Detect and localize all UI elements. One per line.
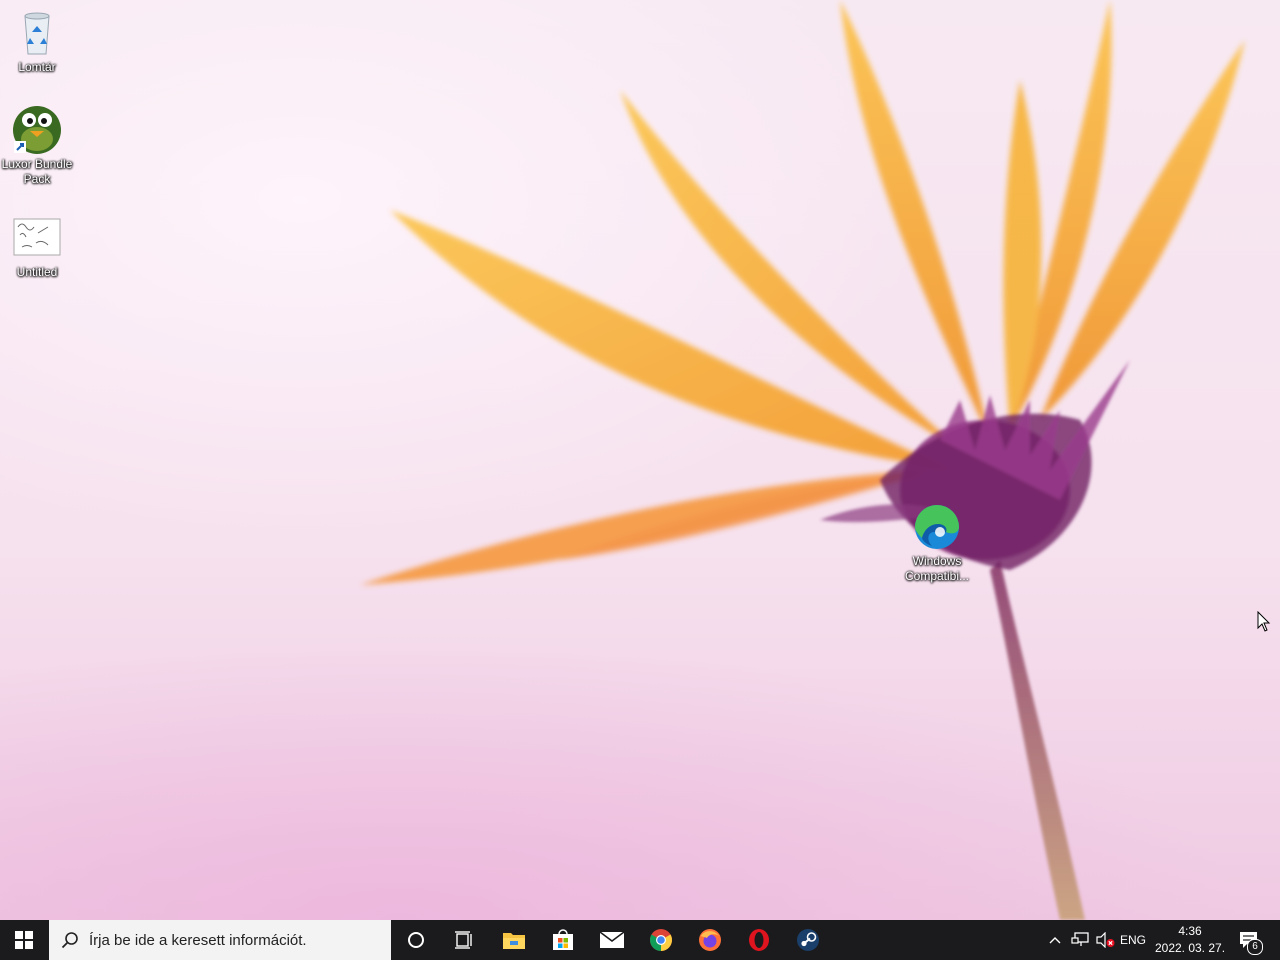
search-icon: [61, 932, 78, 949]
steam-icon: [797, 929, 819, 951]
desktop-icon-luxor-bundle-pack[interactable]: Luxor Bundle Pack: [0, 105, 74, 187]
desktop-icon-recycle-bin[interactable]: Lomtár: [0, 8, 74, 75]
taskbar-firefox[interactable]: [686, 920, 734, 960]
start-button[interactable]: [0, 920, 48, 960]
chrome-icon: [650, 929, 672, 951]
firefox-icon: [699, 929, 721, 951]
mail-icon: [599, 931, 625, 948]
desktop-icon-untitled[interactable]: Untitled: [0, 213, 74, 280]
taskbar-chrome[interactable]: [637, 920, 685, 960]
notification-count-badge: 6: [1247, 939, 1263, 955]
microsoft-store-icon: [553, 929, 573, 950]
task-view-icon: [455, 931, 472, 949]
input-language-indicator[interactable]: ENG: [1118, 920, 1148, 960]
windows-logo-icon: [15, 931, 33, 949]
action-center-button[interactable]: 6: [1232, 920, 1266, 960]
desktop-icon-label: Windows Compatibi...: [904, 554, 970, 583]
desktop-icon-label: Lomtár: [18, 60, 56, 74]
taskbar-mail[interactable]: [588, 920, 636, 960]
desktop-icon-label: Untitled: [16, 265, 58, 279]
chevron-up-icon: [1049, 937, 1061, 944]
search-placeholder: Írja be ide a keresett információt.: [89, 931, 307, 949]
taskbar-file-explorer[interactable]: [490, 920, 538, 960]
desktop[interactable]: Lomtár Luxor Bundle Pack Untitled Window…: [0, 0, 1280, 920]
desktop-icon-windows-compatibility[interactable]: Windows Compatibi...: [900, 502, 974, 584]
taskbar-opera[interactable]: [735, 920, 783, 960]
volume-muted-icon: [1096, 932, 1115, 948]
taskbar-search-box[interactable]: Írja be ide a keresett információt.: [49, 920, 391, 960]
clock-time: 4:36: [1178, 924, 1202, 938]
recycle-bin-icon: [12, 8, 62, 58]
taskbar-steam[interactable]: [784, 920, 832, 960]
network-icon: [1071, 932, 1089, 946]
cortana-icon: [408, 932, 424, 948]
volume-tray-button[interactable]: [1094, 920, 1118, 960]
paint-image-icon: [12, 213, 62, 263]
file-explorer-icon: [503, 933, 525, 949]
network-tray-button[interactable]: [1068, 920, 1092, 960]
opera-icon: [749, 929, 769, 951]
edge-icon: [912, 502, 962, 552]
mouse-cursor-icon: [1257, 611, 1271, 632]
cortana-button[interactable]: [392, 920, 440, 960]
flower-wallpaper: [360, 0, 1245, 920]
taskbar-clock[interactable]: 4:36 2022. 03. 27.: [1150, 920, 1230, 960]
clock-date: 2022. 03. 27.: [1154, 941, 1226, 955]
taskbar-microsoft-store[interactable]: [539, 920, 587, 960]
task-view-button[interactable]: [440, 920, 488, 960]
luxor-frog-icon: [12, 105, 62, 155]
desktop-icon-label: Luxor Bundle Pack: [1, 157, 73, 186]
show-hidden-icons-button[interactable]: [1044, 920, 1066, 960]
taskbar: Írja be ide a keresett információt. ENG …: [0, 920, 1280, 960]
